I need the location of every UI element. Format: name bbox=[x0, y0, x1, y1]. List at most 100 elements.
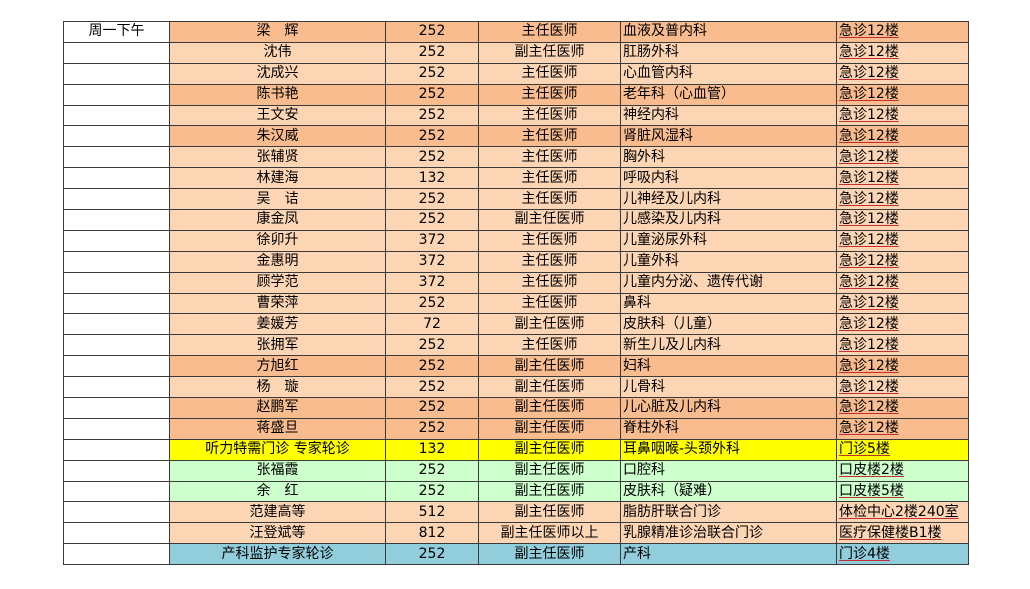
location-cell[interactable]: 医疗保健楼B1楼 bbox=[836, 522, 969, 545]
session-cell[interactable] bbox=[63, 376, 170, 399]
doctor-name-cell[interactable]: 吴 诘 bbox=[169, 188, 386, 211]
doctor-name-cell[interactable]: 金惠明 bbox=[169, 250, 386, 273]
fee-code-cell[interactable]: 252 bbox=[385, 62, 479, 85]
fee-code-cell[interactable]: 252 bbox=[385, 480, 479, 503]
title-cell[interactable]: 主任医师 bbox=[478, 229, 621, 252]
location-cell[interactable]: 急诊12楼 bbox=[836, 209, 969, 231]
fee-code-cell[interactable]: 252 bbox=[385, 146, 479, 169]
doctor-name-cell[interactable]: 康金凤 bbox=[169, 209, 386, 231]
session-cell[interactable] bbox=[63, 271, 170, 294]
session-cell[interactable] bbox=[63, 438, 170, 461]
location-cell[interactable]: 急诊12楼 bbox=[836, 167, 969, 190]
session-cell[interactable] bbox=[63, 62, 170, 85]
session-cell[interactable] bbox=[63, 480, 170, 503]
fee-code-cell[interactable]: 372 bbox=[385, 229, 479, 252]
doctor-name-cell[interactable]: 产科监护专家轮诊 bbox=[169, 543, 386, 566]
doctor-name-cell[interactable]: 顾学范 bbox=[169, 271, 386, 294]
department-cell[interactable]: 皮肤科（疑难） bbox=[620, 480, 837, 503]
title-cell[interactable]: 主任医师 bbox=[478, 250, 621, 273]
department-cell[interactable]: 心血管内科 bbox=[620, 62, 837, 85]
fee-code-cell[interactable]: 252 bbox=[385, 83, 479, 106]
session-cell[interactable] bbox=[63, 397, 170, 419]
location-cell[interactable]: 急诊12楼 bbox=[836, 62, 969, 85]
doctor-name-cell[interactable]: 范建高等 bbox=[169, 501, 386, 524]
session-cell[interactable] bbox=[63, 41, 170, 64]
title-cell[interactable]: 主任医师 bbox=[478, 83, 621, 106]
department-cell[interactable]: 口腔科 bbox=[620, 459, 837, 482]
doctor-name-cell[interactable]: 林建海 bbox=[169, 167, 386, 190]
fee-code-cell[interactable]: 372 bbox=[385, 271, 479, 294]
location-cell[interactable]: 门诊5楼 bbox=[836, 438, 969, 461]
session-cell[interactable] bbox=[63, 146, 170, 169]
fee-code-cell[interactable]: 252 bbox=[385, 459, 479, 482]
title-cell[interactable]: 主任医师 bbox=[478, 62, 621, 85]
location-cell[interactable]: 急诊12楼 bbox=[836, 292, 969, 315]
title-cell[interactable]: 主任医师 bbox=[478, 167, 621, 190]
location-cell[interactable]: 急诊12楼 bbox=[836, 104, 969, 127]
title-cell[interactable]: 副主任医师 bbox=[478, 376, 621, 399]
doctor-name-cell[interactable]: 张福霞 bbox=[169, 459, 386, 482]
doctor-name-cell[interactable]: 朱汉威 bbox=[169, 125, 386, 148]
department-cell[interactable]: 血液及普内科 bbox=[620, 21, 837, 43]
location-cell[interactable]: 体检中心2楼240室 bbox=[836, 501, 969, 524]
title-cell[interactable]: 副主任医师 bbox=[478, 41, 621, 64]
session-label-cell[interactable]: 周一下午 bbox=[63, 21, 170, 43]
department-cell[interactable]: 儿心脏及儿内科 bbox=[620, 397, 837, 419]
fee-code-cell[interactable]: 132 bbox=[385, 167, 479, 190]
title-cell[interactable]: 副主任医师 bbox=[478, 417, 621, 440]
doctor-name-cell[interactable]: 梁 辉 bbox=[169, 21, 386, 43]
title-cell[interactable]: 主任医师 bbox=[478, 146, 621, 169]
title-cell[interactable]: 主任医师 bbox=[478, 334, 621, 357]
doctor-name-cell[interactable]: 余 红 bbox=[169, 480, 386, 503]
session-cell[interactable] bbox=[63, 209, 170, 231]
department-cell[interactable]: 儿神经及儿内科 bbox=[620, 188, 837, 211]
location-cell[interactable]: 急诊12楼 bbox=[836, 125, 969, 148]
session-cell[interactable] bbox=[63, 188, 170, 211]
session-cell[interactable] bbox=[63, 167, 170, 190]
department-cell[interactable]: 儿感染及儿内科 bbox=[620, 209, 837, 231]
doctor-name-cell[interactable]: 听力特需门诊 专家轮诊 bbox=[169, 438, 386, 461]
session-cell[interactable] bbox=[63, 459, 170, 482]
session-cell[interactable] bbox=[63, 250, 170, 273]
department-cell[interactable]: 皮肤科（儿童） bbox=[620, 313, 837, 336]
fee-code-cell[interactable]: 252 bbox=[385, 125, 479, 148]
title-cell[interactable]: 副主任医师 bbox=[478, 543, 621, 566]
doctor-name-cell[interactable]: 张拥军 bbox=[169, 334, 386, 357]
location-cell[interactable]: 口皮楼5楼 bbox=[836, 480, 969, 503]
department-cell[interactable]: 老年科（心血管） bbox=[620, 83, 837, 106]
location-cell[interactable]: 急诊12楼 bbox=[836, 417, 969, 440]
department-cell[interactable]: 鼻科 bbox=[620, 292, 837, 315]
title-cell[interactable]: 主任医师 bbox=[478, 125, 621, 148]
doctor-name-cell[interactable]: 杨 璇 bbox=[169, 376, 386, 399]
location-cell[interactable]: 门诊4楼 bbox=[836, 543, 969, 566]
doctor-name-cell[interactable]: 沈成兴 bbox=[169, 62, 386, 85]
title-cell[interactable]: 副主任医师 bbox=[478, 209, 621, 231]
title-cell[interactable]: 主任医师 bbox=[478, 188, 621, 211]
fee-code-cell[interactable]: 252 bbox=[385, 334, 479, 357]
department-cell[interactable]: 神经内科 bbox=[620, 104, 837, 127]
fee-code-cell[interactable]: 812 bbox=[385, 522, 479, 545]
department-cell[interactable]: 胸外科 bbox=[620, 146, 837, 169]
fee-code-cell[interactable]: 372 bbox=[385, 250, 479, 273]
fee-code-cell[interactable]: 252 bbox=[385, 543, 479, 566]
fee-code-cell[interactable]: 252 bbox=[385, 397, 479, 419]
title-cell[interactable]: 副主任医师 bbox=[478, 355, 621, 378]
location-cell[interactable]: 口皮楼2楼 bbox=[836, 459, 969, 482]
department-cell[interactable]: 脂肪肝联合门诊 bbox=[620, 501, 837, 524]
doctor-name-cell[interactable]: 沈伟 bbox=[169, 41, 386, 64]
title-cell[interactable]: 副主任医师以上 bbox=[478, 522, 621, 545]
location-cell[interactable]: 急诊12楼 bbox=[836, 83, 969, 106]
title-cell[interactable]: 副主任医师 bbox=[478, 397, 621, 419]
fee-code-cell[interactable]: 252 bbox=[385, 41, 479, 64]
location-cell[interactable]: 急诊12楼 bbox=[836, 250, 969, 273]
department-cell[interactable]: 妇科 bbox=[620, 355, 837, 378]
location-cell[interactable]: 急诊12楼 bbox=[836, 334, 969, 357]
department-cell[interactable]: 肛肠外科 bbox=[620, 41, 837, 64]
fee-code-cell[interactable]: 252 bbox=[385, 292, 479, 315]
fee-code-cell[interactable]: 252 bbox=[385, 21, 479, 43]
department-cell[interactable]: 呼吸内科 bbox=[620, 167, 837, 190]
session-cell[interactable] bbox=[63, 501, 170, 524]
doctor-name-cell[interactable]: 张辅贤 bbox=[169, 146, 386, 169]
title-cell[interactable]: 副主任医师 bbox=[478, 459, 621, 482]
doctor-name-cell[interactable]: 王文安 bbox=[169, 104, 386, 127]
